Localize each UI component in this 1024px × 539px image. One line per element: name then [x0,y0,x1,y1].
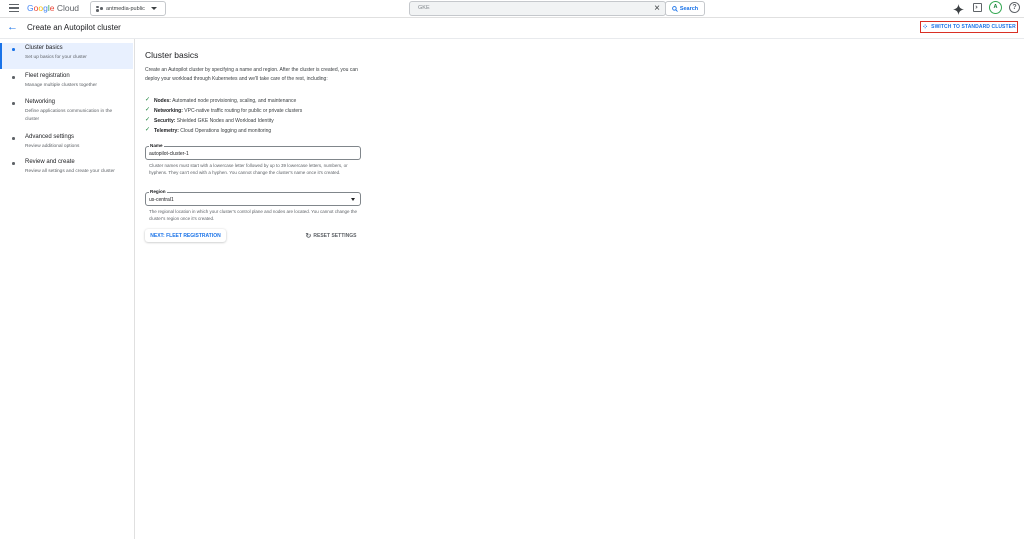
avatar[interactable]: A [989,1,1002,14]
cluster-name-field[interactable]: Name autopilot-cluster-1 [145,143,361,160]
top-bar: Google Cloud antmedia-public GKE × Searc… [0,0,1024,18]
stepper-nav: Cluster basics Set up basics for your cl… [0,39,135,539]
dropdown-arrow-icon [351,198,355,201]
step-advanced-settings[interactable]: Advanced settings Review additional opti… [0,132,133,156]
feature-item: ✓ Networking: VPC-native traffic routing… [145,107,365,116]
cloud-shell-icon[interactable] [973,3,982,12]
step-title: Review and create [25,159,75,165]
feature-text: VPC-native traffic routing for public or… [182,108,303,114]
check-icon: ✓ [145,107,151,113]
step-title: Networking [25,99,56,105]
switch-to-standard-cluster-button[interactable]: ⁘ SWITCH TO STANDARD CLUSTER [920,21,1018,33]
feature-text: Cloud Operations logging and monitoring [178,128,272,134]
region-helper-text: The regional location in which your clus… [149,209,357,221]
intro-text: Create an Autopilot cluster by specifyin… [145,67,358,82]
help-icon[interactable]: ? [1009,2,1020,13]
name-field-value: autopilot-cluster-1 [149,151,189,157]
step-description: Review additional options [25,144,80,149]
search-value: GKE [418,5,430,11]
step-description: Set up basics for your cluster [25,55,87,60]
step-bullet [12,102,15,105]
step-bullet [12,48,15,51]
gemini-spark-icon[interactable] [953,2,964,15]
clear-search-icon[interactable]: × [654,2,660,15]
feature-label: Security: [154,118,176,124]
feature-item: ✓ Telemetry: Cloud Operations logging an… [145,127,365,136]
feature-item: ✓ Nodes: Automated node provisioning, sc… [145,97,365,106]
step-title: Cluster basics [25,45,63,51]
page-header: ← Create an Autopilot cluster ⁘ SWITCH T… [0,18,1024,39]
search-input[interactable]: GKE × [409,1,666,16]
step-description: Review all settings and create your clus… [25,169,115,174]
step-bullet [12,76,15,79]
step-title: Fleet registration [25,73,70,79]
feature-label: Nodes: [154,98,171,104]
check-icon: ✓ [145,127,151,133]
search-button-label: Search [679,5,699,12]
step-bullet [12,162,15,165]
feature-item: ✓ Security: Shielded GKE Nodes and Workl… [145,117,365,126]
region-field-label: Region [149,189,167,194]
feature-label: Networking: [154,108,183,114]
project-name: antmedia-public [106,5,145,12]
check-icon: ✓ [145,117,151,123]
switch-button-label: SWITCH TO STANDARD CLUSTER [931,24,1016,30]
name-helper-text: Cluster names must start with a lowercas… [149,163,348,175]
section-heading: Cluster basics [145,50,199,60]
step-description: Manage multiple clusters together [25,83,97,88]
feature-text: Automated node provisioning, scaling, an… [170,98,297,104]
switch-icon: ⁘ [922,24,929,31]
feature-label: Telemetry: [154,128,179,134]
step-title: Advanced settings [25,134,75,140]
step-description: Define applications communication in the… [25,109,113,122]
next-fleet-registration-button[interactable]: NEXT: FLEET REGISTRATION [145,229,226,242]
step-bullet [12,137,15,140]
search-icon [671,5,678,12]
main-menu-icon[interactable] [9,4,19,12]
google-cloud-logo[interactable]: Google Cloud [27,3,79,13]
step-review-and-create[interactable]: Review and create Review all settings an… [0,157,133,190]
name-field-label: Name [149,143,164,148]
reset-button-label: RESET SETTINGS [313,232,357,239]
region-select[interactable]: Region us-central1 [145,189,361,206]
check-icon: ✓ [145,97,151,103]
step-cluster-basics[interactable]: Cluster basics Set up basics for your cl… [0,43,133,69]
page-title: Create an Autopilot cluster [27,23,121,32]
refresh-icon: ↻ [305,232,312,240]
chevron-down-icon [150,7,157,10]
step-fleet-registration[interactable]: Fleet registration Manage multiple clust… [0,71,133,95]
project-picker[interactable]: antmedia-public [90,1,166,16]
reset-settings-button[interactable]: ↻ RESET SETTINGS [303,229,359,242]
back-arrow-icon[interactable]: ← [7,21,18,33]
step-networking[interactable]: Networking Define applications communica… [0,97,133,130]
search-button[interactable]: Search [665,1,705,16]
feature-text: Shielded GKE Nodes and Workload Identity [175,118,274,124]
project-icon [96,5,103,12]
region-field-value: us-central1 [149,197,174,203]
